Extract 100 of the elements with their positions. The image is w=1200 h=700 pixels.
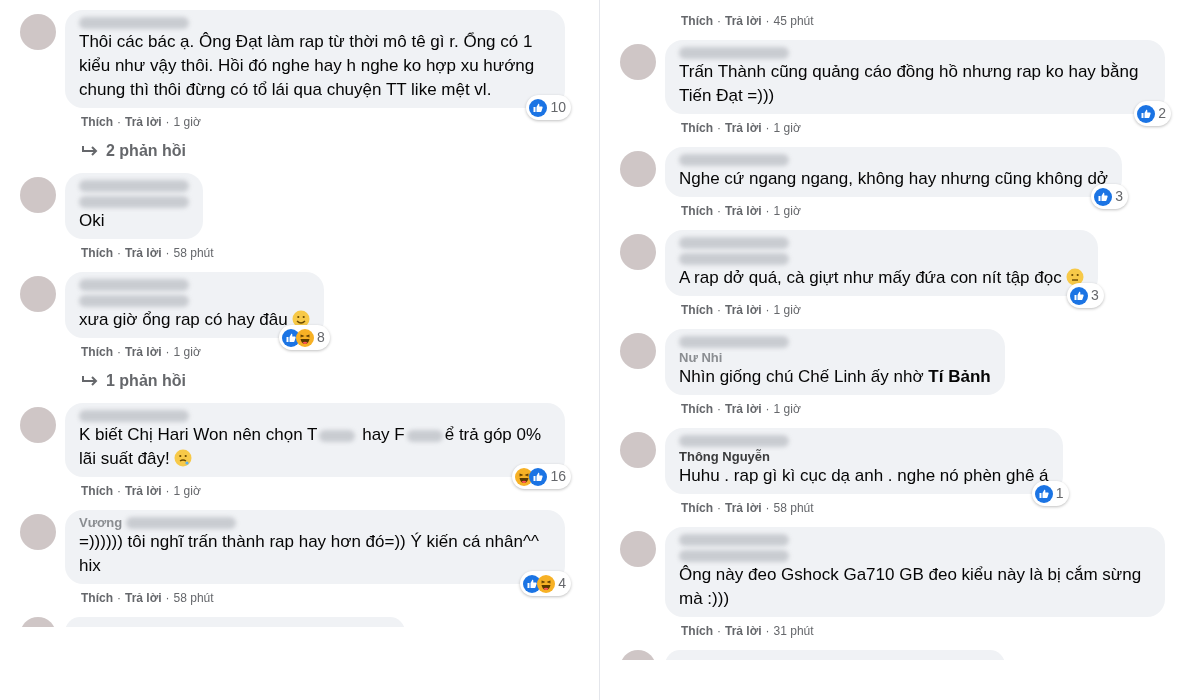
reply-link[interactable]: Trả lời — [125, 482, 162, 500]
blurred-text — [319, 429, 356, 442]
like-link[interactable]: Thích — [681, 499, 713, 517]
reaction-count: 3 — [1115, 187, 1124, 206]
separator-dot: · — [165, 590, 170, 607]
like-reaction-icon — [1094, 187, 1113, 206]
separator-dot: · — [765, 500, 770, 517]
timestamp[interactable]: 31 phút — [773, 622, 814, 640]
timestamp[interactable]: 58 phút — [173, 244, 214, 262]
separator-dot: · — [117, 590, 121, 607]
author-name[interactable]: Vương — [79, 513, 123, 533]
reply-link[interactable]: Trả lời — [725, 499, 762, 517]
reply-link[interactable]: Trả lời — [725, 12, 762, 30]
reaction-count: 1 — [1055, 484, 1065, 503]
reply-link[interactable]: Trả lời — [125, 244, 162, 262]
avatar-placeholder[interactable] — [620, 333, 656, 369]
like-reaction-icon — [1034, 484, 1053, 503]
like-link[interactable]: Thích — [681, 119, 713, 137]
reply-link[interactable]: Trả lời — [725, 301, 762, 319]
reaction-count: 16 — [550, 467, 567, 486]
reaction-badge[interactable]: 3 — [1066, 283, 1104, 308]
avatar-placeholder[interactable] — [620, 44, 656, 80]
avatar-placeholder[interactable] — [620, 234, 656, 270]
like-link[interactable]: Thích — [681, 12, 713, 30]
author-name[interactable]: Thông Nguyễn — [679, 447, 770, 467]
like-reaction-icon — [1069, 286, 1088, 305]
like-link[interactable]: Thích — [81, 244, 113, 262]
timestamp[interactable]: 1 giờ — [773, 301, 801, 319]
separator-dot: · — [717, 13, 721, 30]
reaction-badge[interactable]: 2 — [1134, 101, 1171, 126]
blurred-text — [406, 429, 443, 442]
like-link[interactable]: Thích — [81, 343, 113, 361]
like-link[interactable]: Thích — [681, 622, 713, 640]
reply-link[interactable]: Trả lời — [125, 343, 162, 361]
like-link[interactable]: Thích — [681, 400, 713, 418]
timestamp[interactable]: 1 giờ — [173, 343, 201, 361]
avatar-placeholder[interactable] — [20, 14, 56, 50]
timestamp[interactable]: 1 giờ — [173, 482, 201, 500]
view-replies-link[interactable]: 2 phản hồi — [20, 139, 599, 163]
emoji-icon — [1065, 268, 1084, 286]
timestamp[interactable]: 45 phút — [773, 12, 814, 30]
reaction-count: 4 — [558, 574, 567, 593]
separator-dot: · — [765, 401, 770, 418]
reaction-count: 10 — [550, 98, 567, 117]
avatar-placeholder[interactable] — [20, 276, 56, 312]
avatar-placeholder[interactable] — [20, 177, 56, 213]
separator-dot: · — [717, 203, 721, 220]
reaction-badge[interactable]: 16 — [512, 464, 571, 489]
avatar-placeholder[interactable] — [620, 151, 656, 187]
timestamp[interactable]: 1 giờ — [173, 113, 201, 131]
separator-dot: · — [717, 120, 721, 137]
reply-link[interactable]: Trả lời — [125, 113, 162, 131]
timestamp[interactable]: 1 giờ — [773, 119, 801, 137]
reaction-badge[interactable]: 4 — [520, 571, 571, 596]
reply-link[interactable]: Trả lời — [725, 622, 762, 640]
avatar-placeholder[interactable] — [620, 432, 656, 468]
emoji-icon — [173, 449, 192, 467]
separator-dot: · — [117, 114, 121, 131]
timestamp[interactable]: 58 phút — [773, 499, 814, 517]
laughing-reaction-icon — [295, 328, 314, 347]
reply-arrow-icon — [82, 145, 98, 157]
separator-dot: · — [117, 483, 121, 500]
like-link[interactable]: Thích — [681, 301, 713, 319]
separator-dot: · — [117, 344, 121, 361]
timestamp[interactable]: 1 giờ — [773, 202, 801, 220]
separator-dot: · — [165, 245, 170, 262]
reply-link[interactable]: Trả lời — [725, 400, 762, 418]
like-link[interactable]: Thích — [81, 589, 113, 607]
timestamp[interactable]: 1 giờ — [773, 400, 801, 418]
view-replies-link[interactable]: 1 phản hồi — [20, 369, 599, 393]
timestamp[interactable]: 58 phút — [173, 589, 214, 607]
separator-dot: · — [717, 302, 721, 319]
separator-dot: · — [765, 302, 770, 319]
laughing-reaction-icon — [537, 574, 556, 593]
separator-dot: · — [165, 114, 170, 131]
separator-dot: · — [117, 245, 121, 262]
comment-text: Nhìn giống chú Chế Linh ấy nhờ Tí Bảnh — [679, 366, 991, 388]
avatar-placeholder[interactable] — [20, 514, 56, 550]
avatar-placeholder[interactable] — [620, 531, 656, 567]
like-reaction-icon — [529, 98, 548, 117]
reaction-badge[interactable]: 10 — [526, 95, 571, 120]
reaction-badge[interactable]: 3 — [1091, 184, 1128, 209]
reaction-count: 8 — [316, 328, 326, 347]
like-reaction-icon — [1137, 104, 1156, 123]
like-reaction-icon — [529, 467, 548, 486]
separator-dot: · — [765, 120, 770, 137]
separator-dot: · — [717, 623, 721, 640]
reply-link[interactable]: Trả lời — [725, 119, 762, 137]
reply-link[interactable]: Trả lời — [725, 202, 762, 220]
separator-dot: · — [717, 500, 721, 517]
reaction-badge[interactable]: 8 — [278, 325, 330, 350]
reaction-badge[interactable]: 1 — [1031, 481, 1069, 506]
reply-arrow-icon — [82, 375, 98, 387]
comment-text: Ông này đeo Gshock Ga710 GB đeo kiểu này là bị cắm sừng mà :))) — [679, 564, 1143, 610]
like-link[interactable]: Thích — [81, 482, 113, 500]
like-link[interactable]: Thích — [681, 202, 713, 220]
reply-link[interactable]: Trả lời — [125, 589, 162, 607]
separator-dot: · — [765, 623, 770, 640]
avatar-placeholder[interactable] — [20, 407, 56, 443]
like-link[interactable]: Thích — [81, 113, 113, 131]
